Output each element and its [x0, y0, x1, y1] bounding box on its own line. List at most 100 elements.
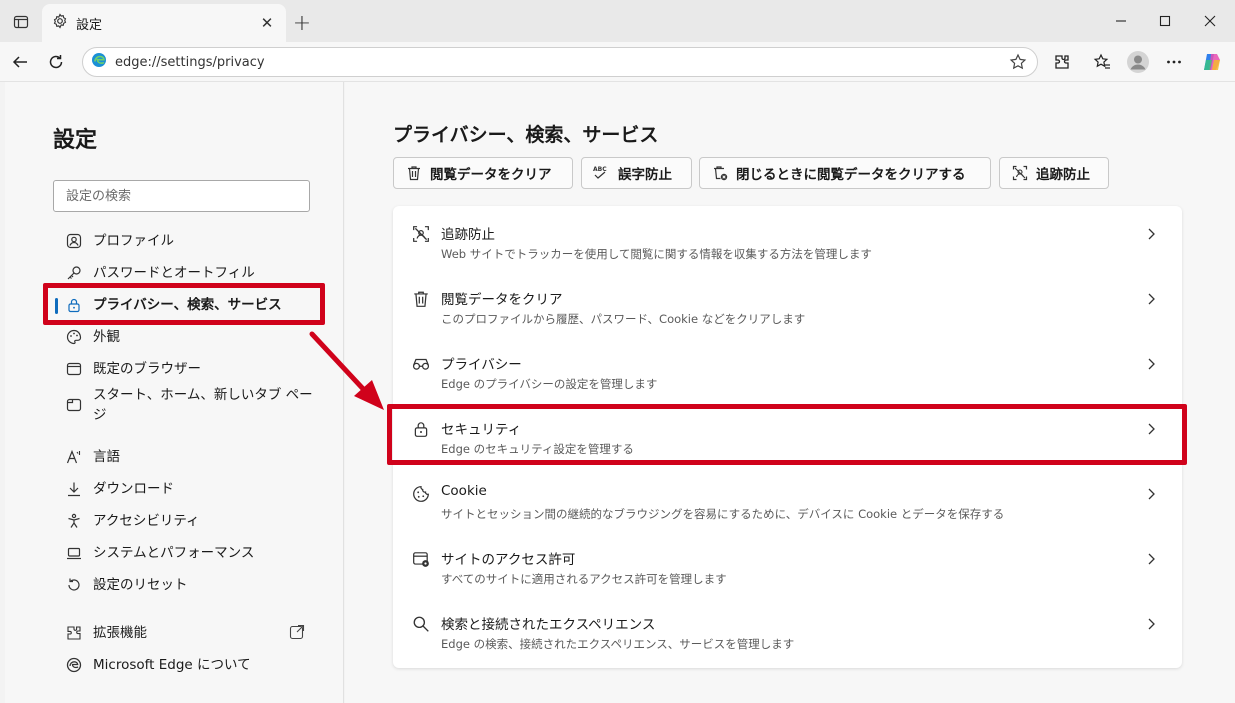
accessibility-icon — [65, 512, 83, 530]
sidebar-item-profile[interactable]: プロファイル — [45, 231, 335, 251]
chevron-right-icon — [1141, 289, 1161, 309]
sidebar-item-label: パスワードとオートフィル — [93, 265, 255, 281]
sidebar-item-system[interactable]: システムとパフォーマンス — [45, 543, 335, 563]
typo-protection-button[interactable]: ABC 誤字防止 — [581, 157, 692, 189]
settings-card: 追跡防止 Web サイトでトラッカーを使用して閲覧に関する情報を収集する方法を管… — [393, 206, 1182, 668]
browser-icon — [65, 360, 83, 378]
tracking-prevention-button[interactable]: 追跡防止 — [999, 157, 1109, 189]
refresh-button[interactable] — [42, 48, 70, 76]
new-tab-button[interactable]: + — [290, 11, 314, 36]
sidebar-item-default-browser[interactable]: 既定のブラウザー — [45, 359, 335, 379]
favorites-icon[interactable] — [1088, 48, 1116, 76]
sidebar-item-about[interactable]: Microsoft Edge について — [45, 655, 335, 675]
gear-icon — [52, 13, 68, 33]
tab-settings[interactable]: 設定 ✕ — [42, 4, 286, 42]
settings-main: プライバシー、検索、サービス 閲覧データをクリア ABC 誤字防止 閉じるときに… — [345, 82, 1235, 703]
sidebar-title: 設定 — [53, 128, 98, 153]
lock-icon — [411, 419, 431, 439]
laptop-icon — [65, 544, 83, 562]
close-window-button[interactable] — [1187, 0, 1233, 42]
row-cookies[interactable]: Cookie サイトとセッション間の継続的なブラウジングを容易にするために、デバ… — [393, 466, 1182, 531]
row-tracking-prevention[interactable]: 追跡防止 Web サイトでトラッカーを使用して閲覧に関する情報を収集する方法を管… — [393, 206, 1182, 271]
sidebar-item-passwords[interactable]: パスワードとオートフィル — [45, 263, 335, 283]
row-description: Edge のプライバシーの設定を管理します — [441, 377, 658, 391]
row-description: サイトとセッション間の継続的なブラウジングを容易にするために、デバイスに Coo… — [441, 507, 1005, 521]
title-bar: 設定 ✕ + — [0, 0, 1235, 42]
chevron-right-icon — [1141, 484, 1161, 504]
palette-icon — [65, 328, 83, 346]
sidebar-item-privacy[interactable]: プライバシー、検索、サービス — [45, 295, 335, 315]
profile-icon — [65, 232, 83, 250]
tab-title: 設定 — [76, 17, 103, 33]
row-description: すべてのサイトに適用されるアクセス許可を管理します — [441, 572, 727, 586]
tab-actions-icon[interactable] — [8, 9, 34, 35]
glasses-icon — [411, 354, 431, 374]
minimize-button[interactable] — [1098, 0, 1144, 42]
sidebar-item-label: アクセシビリティ — [93, 513, 200, 529]
row-site-permissions[interactable]: サイトのアクセス許可 すべてのサイトに適用されるアクセス許可を管理します — [393, 531, 1182, 596]
sidebar-item-start-home[interactable]: スタート、ホーム、新しいタブ ページ — [45, 385, 320, 425]
copilot-icon[interactable] — [1198, 48, 1226, 76]
maximize-button[interactable] — [1142, 0, 1188, 42]
cookie-icon — [411, 484, 431, 504]
language-icon — [65, 448, 83, 466]
sidebar-item-languages[interactable]: 言語 — [45, 447, 335, 467]
sidebar-item-accessibility[interactable]: アクセシビリティ — [45, 511, 335, 531]
sidebar-item-label: システムとパフォーマンス — [93, 545, 255, 561]
sidebar-item-extensions[interactable]: 拡張機能 — [45, 623, 307, 643]
external-link-icon[interactable] — [289, 624, 307, 642]
more-menu-icon[interactable] — [1160, 48, 1188, 76]
key-icon — [65, 264, 83, 282]
chevron-right-icon — [1141, 354, 1161, 374]
row-title: 閲覧データをクリア — [441, 292, 563, 308]
reset-icon — [65, 576, 83, 594]
row-title: サイトのアクセス許可 — [441, 552, 576, 568]
trash-icon — [404, 163, 424, 183]
settings-search-input[interactable] — [53, 180, 310, 212]
button-label: 誤字防止 — [618, 167, 672, 183]
sidebar-item-reset[interactable]: 設定のリセット — [45, 575, 335, 595]
edge-logo-icon — [91, 52, 107, 72]
button-label: 閲覧データをクリア — [430, 167, 552, 183]
button-label: 追跡防止 — [1036, 167, 1090, 183]
svg-text:ABC: ABC — [593, 166, 607, 173]
sidebar-item-label: プライバシー、検索、サービス — [93, 297, 282, 313]
extensions-icon — [65, 624, 83, 642]
row-description: Web サイトでトラッカーを使用して閲覧に関する情報を収集する方法を管理します — [441, 247, 872, 261]
lock-icon — [65, 296, 83, 314]
clear-browsing-data-button[interactable]: 閲覧データをクリア — [393, 157, 573, 189]
row-clear-browsing-data[interactable]: 閲覧データをクリア このプロファイルから履歴、パスワード、Cookie などをク… — [393, 271, 1182, 336]
spellcheck-icon: ABC — [592, 163, 612, 183]
row-description: Edge のセキュリティ設定を管理する — [441, 442, 634, 456]
page-title: プライバシー、検索、サービス — [393, 124, 659, 146]
row-search-connected[interactable]: 検索と接続されたエクスペリエンス Edge の検索、接続されたエクスペリエンス、… — [393, 596, 1182, 661]
sidebar-item-label: プロファイル — [93, 233, 174, 249]
row-security[interactable]: セキュリティ Edge のセキュリティ設定を管理する — [393, 401, 1182, 466]
sidebar-item-label: 設定のリセット — [93, 577, 188, 593]
row-title: 検索と接続されたエクスペリエンス — [441, 617, 656, 633]
favorite-star-icon[interactable] — [1005, 49, 1031, 75]
settings-sidebar: 設定 プロファイル パスワードとオートフィル プライバシー、検索、サービス 外観… — [5, 82, 344, 703]
trash-x-icon — [710, 163, 730, 183]
browser-toolbar: edge://settings/privacy — [0, 42, 1235, 82]
sidebar-item-label: Microsoft Edge について — [93, 657, 251, 673]
extensions-icon[interactable] — [1048, 48, 1076, 76]
search-icon — [411, 614, 431, 634]
sidebar-item-label: スタート、ホーム、新しいタブ ページ — [93, 387, 313, 423]
chevron-right-icon — [1141, 549, 1161, 569]
sidebar-item-label: 拡張機能 — [93, 625, 147, 641]
edge-logo-icon — [65, 656, 83, 674]
avatar[interactable] — [1124, 48, 1152, 76]
close-tab-icon[interactable]: ✕ — [258, 14, 276, 32]
chevron-right-icon — [1141, 614, 1161, 634]
sidebar-item-appearance[interactable]: 外観 — [45, 327, 335, 347]
row-title: Cookie — [441, 483, 487, 499]
sidebar-item-label: 既定のブラウザー — [93, 361, 201, 377]
address-bar[interactable]: edge://settings/privacy — [82, 47, 1038, 77]
back-button[interactable] — [6, 48, 34, 76]
chevron-right-icon — [1141, 224, 1161, 244]
clear-on-close-button[interactable]: 閉じるときに閲覧データをクリアする — [699, 157, 991, 189]
sidebar-item-label: 言語 — [93, 449, 120, 465]
sidebar-item-downloads[interactable]: ダウンロード — [45, 479, 335, 499]
row-privacy[interactable]: プライバシー Edge のプライバシーの設定を管理します — [393, 336, 1182, 401]
